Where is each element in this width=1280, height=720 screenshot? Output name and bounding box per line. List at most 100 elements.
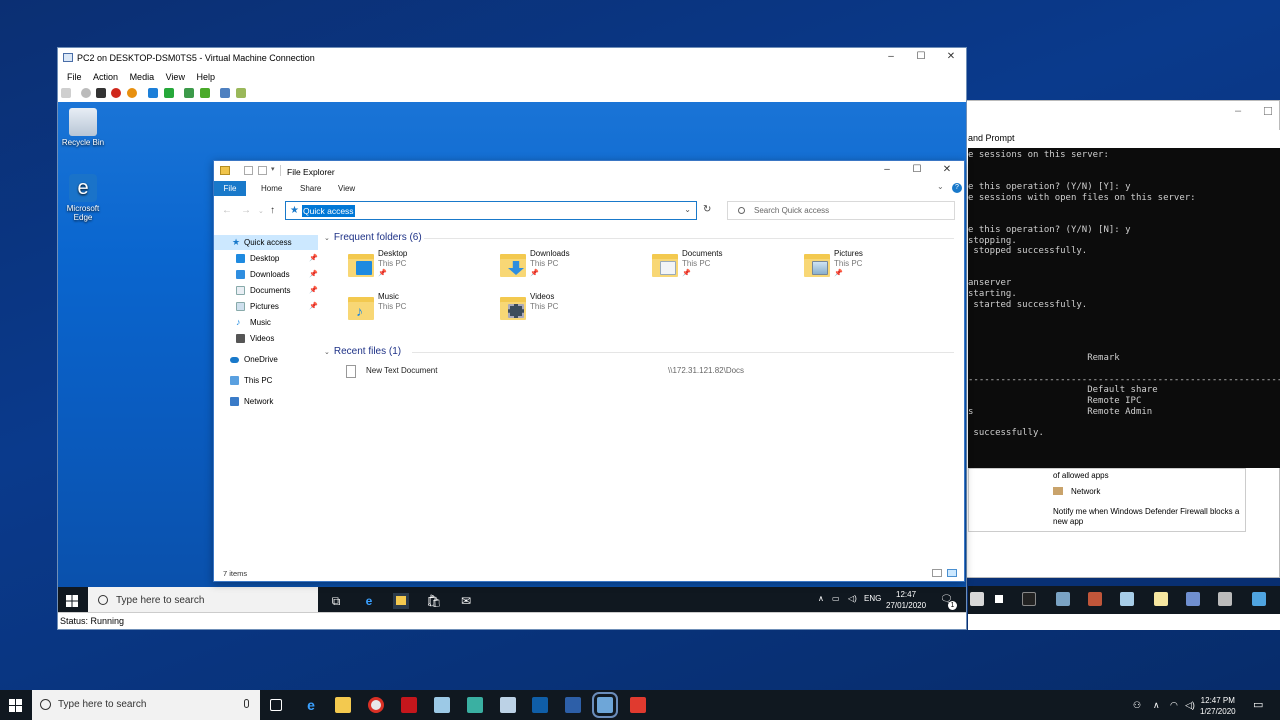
tray-language[interactable]: ENG [864, 594, 881, 603]
tray-chevron-icon[interactable]: ∧ [818, 594, 824, 603]
folder-music[interactable]: ♪ Music This PC [348, 292, 498, 328]
folder-documents[interactable]: Documents This PC 📌 [652, 249, 802, 285]
file-explorer-icon[interactable] [335, 697, 351, 713]
new-folder-icon[interactable] [258, 166, 267, 175]
nav-item-pictures[interactable]: Pictures 📌 [214, 299, 318, 314]
notes-icon[interactable] [1154, 592, 1168, 606]
nav-item-videos[interactable]: Videos [214, 331, 318, 346]
fe-minimize-button[interactable]: – [872, 164, 902, 178]
network-icon[interactable]: ▭ [832, 594, 840, 603]
guest-clock[interactable]: 12:47 27/01/2020 [886, 589, 926, 611]
menu-media[interactable]: Media [130, 68, 155, 82]
host-search-box[interactable]: Type here to search [32, 690, 260, 720]
recycle-bin-shortcut[interactable]: Recycle Bin [58, 108, 108, 147]
menu-file[interactable]: File [67, 68, 82, 82]
shutdown-icon[interactable] [111, 88, 121, 98]
gear-icon[interactable] [1218, 592, 1232, 606]
ctrl-alt-del-icon[interactable] [61, 88, 71, 98]
tool-icon[interactable] [1056, 592, 1070, 606]
nav-item-documents[interactable]: Documents 📌 [214, 283, 318, 298]
revert-icon[interactable] [200, 88, 210, 98]
ribbon-tab-share[interactable]: Share [300, 184, 321, 193]
volume-icon[interactable]: ◁) [848, 594, 857, 603]
menu-action[interactable]: Action [93, 68, 118, 82]
snagit-icon[interactable] [630, 697, 646, 713]
address-text[interactable]: Quick access [302, 205, 355, 217]
microphone-icon[interactable] [244, 699, 249, 708]
firewall-allowed-apps[interactable]: of allowed apps [1053, 471, 1109, 480]
task-view-icon[interactable]: ⧉ [328, 593, 344, 609]
vm-titlebar[interactable]: PC2 on DESKTOP-DSM0TS5 - Virtual Machine… [58, 48, 966, 68]
edge-shortcut[interactable]: e Microsoft Edge [58, 174, 108, 222]
minimize-icon[interactable]: – [1235, 105, 1241, 117]
nav-item-onedrive[interactable]: OneDrive [214, 352, 318, 367]
app-icon[interactable] [500, 697, 516, 713]
folder-pictures[interactable]: Pictures This PC 📌 [804, 249, 954, 285]
menu-help[interactable]: Help [196, 68, 215, 82]
nav-item-this-pc[interactable]: This PC [214, 373, 318, 388]
nav-item-downloads[interactable]: Downloads 📌 [214, 267, 318, 282]
nav-item-network[interactable]: Network [214, 394, 318, 409]
ribbon-tab-view[interactable]: View [338, 184, 355, 193]
folder-videos[interactable]: Videos This PC [500, 292, 650, 328]
task-view-icon[interactable] [270, 699, 282, 711]
tray-people-icon[interactable]: ⚇ [1133, 700, 1141, 711]
menu-view[interactable]: View [166, 68, 185, 82]
store-icon[interactable]: 🛍 [426, 593, 442, 609]
file-explorer-window[interactable]: ▾ File Explorer – ☐ ✕ File Home Share Vi… [213, 160, 965, 582]
tool-icon[interactable] [1088, 592, 1102, 606]
address-dropdown-icon[interactable]: ⌄ [684, 205, 691, 214]
recent-files-header[interactable]: ⌄ Recent files (1) [324, 346, 401, 357]
large-icons-view-icon[interactable] [947, 569, 957, 577]
forward-icon[interactable]: → [241, 205, 251, 216]
nav-item-desktop[interactable]: Desktop 📌 [214, 251, 318, 266]
fe-close-button[interactable]: ✕ [932, 164, 962, 178]
refresh-icon[interactable]: ↻ [703, 204, 711, 215]
acrobat-icon[interactable] [401, 697, 417, 713]
folder-desktop[interactable]: Desktop This PC 📌 [348, 249, 498, 285]
network-icon[interactable] [1252, 592, 1266, 606]
ribbon-tab-file[interactable]: File [214, 181, 246, 196]
windows-start-icon[interactable] [66, 595, 78, 607]
maximize-icon[interactable]: ☐ [1263, 105, 1273, 118]
app-icon[interactable] [970, 592, 984, 606]
address-bar[interactable]: ★ Quick access ⌄ [285, 201, 697, 220]
nav-item-quick-access[interactable]: ★ Quick access [214, 235, 318, 250]
mail-icon[interactable]: ✉ [458, 593, 474, 609]
pause-icon[interactable] [148, 88, 158, 98]
edge-icon[interactable]: e [303, 697, 319, 713]
app-icon[interactable] [467, 697, 483, 713]
guest-search-box[interactable]: Type here to search [88, 587, 318, 612]
folder-downloads[interactable]: Downloads This PC 📌 [500, 249, 650, 285]
tool-icon[interactable] [1120, 592, 1134, 606]
details-view-icon[interactable] [932, 569, 942, 577]
resume-icon[interactable] [164, 88, 174, 98]
expand-ribbon-icon[interactable]: ⌄ [937, 182, 944, 191]
start-icon[interactable] [81, 88, 91, 98]
nav-item-music[interactable]: ♪ Music [214, 315, 318, 330]
share-icon[interactable] [236, 88, 246, 98]
tool-icon[interactable] [1186, 592, 1200, 606]
file-explorer-taskbar-icon[interactable] [393, 593, 409, 609]
save-state-icon[interactable] [127, 88, 137, 98]
enhanced-session-icon[interactable] [220, 88, 230, 98]
windows-start-icon[interactable] [9, 699, 22, 712]
search-input[interactable]: Search Quick access [727, 201, 955, 220]
recent-locations-icon[interactable]: ⌄ [258, 207, 264, 215]
turn-off-icon[interactable] [96, 88, 106, 98]
up-icon[interactable]: ↑ [270, 205, 275, 216]
wifi-icon[interactable]: ◠ [1170, 700, 1178, 711]
close-button[interactable]: ✕ [936, 51, 966, 65]
properties-icon[interactable] [244, 166, 253, 175]
hyperv-icon[interactable] [592, 692, 618, 718]
outlook-icon[interactable] [532, 697, 548, 713]
edge-icon[interactable]: e [361, 593, 377, 609]
volume-icon[interactable]: ◁) [1185, 700, 1195, 711]
fe-titlebar[interactable]: ▾ File Explorer – ☐ ✕ [214, 161, 964, 181]
maximize-button[interactable]: ☐ [906, 51, 936, 65]
mail-icon[interactable] [992, 592, 1006, 606]
chrome-icon[interactable] [368, 697, 384, 713]
app-icon[interactable] [434, 697, 450, 713]
tray-chevron-icon[interactable]: ∧ [1153, 700, 1160, 711]
back-icon[interactable]: ← [222, 205, 232, 216]
